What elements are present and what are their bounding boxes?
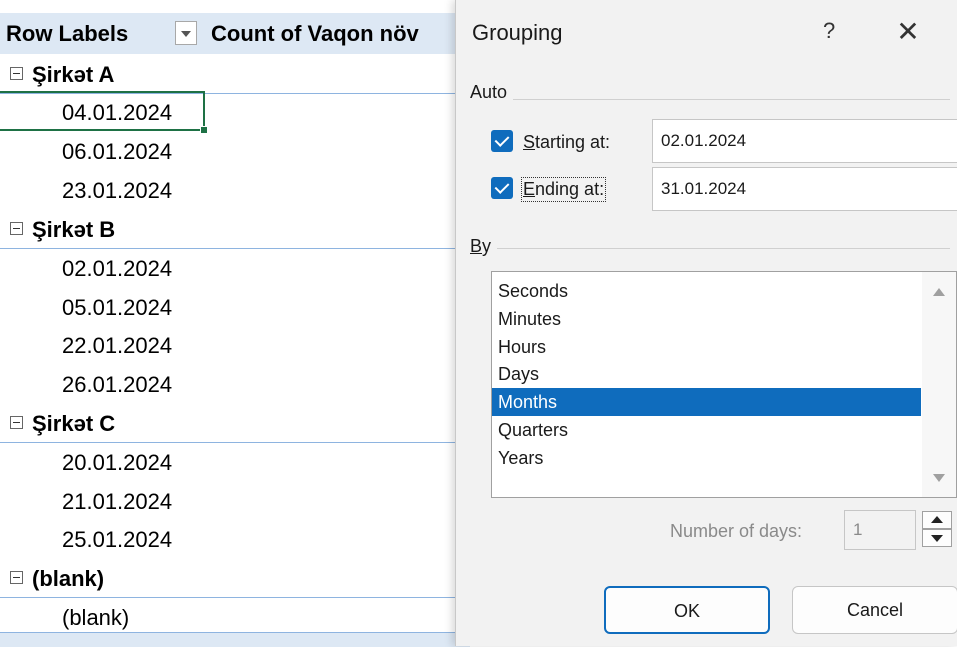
pivot-group-label: Şirkət C	[32, 411, 116, 436]
starting-at-input[interactable]	[652, 119, 957, 163]
pivot-group-row[interactable]: Şirkət C	[0, 405, 470, 443]
by-group-label: By	[470, 236, 498, 257]
auto-group-line	[470, 99, 950, 100]
pivot-item-row[interactable]: 21.01.2024	[0, 483, 470, 521]
list-item-months[interactable]: Months	[492, 388, 921, 416]
ending-at-checkbox[interactable]	[491, 177, 513, 199]
list-item-quarters[interactable]: Quarters	[492, 416, 921, 444]
collapse-icon[interactable]	[10, 222, 23, 235]
pivot-group-row[interactable]: Şirkət B	[0, 211, 470, 249]
pivot-group-label: (blank)	[32, 566, 105, 591]
pivot-item-label: 26.01.2024	[62, 372, 173, 397]
pivot-item-row[interactable]: 05.01.2024	[0, 289, 470, 327]
collapse-icon[interactable]	[10, 67, 23, 80]
active-cell-selection	[0, 91, 208, 134]
spin-down-icon[interactable]	[922, 529, 952, 547]
pivot-item-row[interactable]: 02.01.2024	[0, 250, 470, 288]
list-item-days[interactable]: Days	[492, 360, 921, 388]
ending-at-input[interactable]	[652, 167, 957, 211]
number-of-days-input[interactable]	[844, 510, 916, 550]
pivot-item-label: 06.01.2024	[62, 139, 173, 164]
pivot-item-row[interactable]: 20.01.2024	[0, 444, 470, 482]
pivot-item-row[interactable]: 23.01.2024	[0, 172, 470, 210]
pivot-item-row[interactable]: 06.01.2024	[0, 133, 470, 171]
row-labels-filter-button[interactable]	[175, 21, 197, 45]
ending-at-accel: E	[523, 179, 536, 199]
pivot-item-label: 21.01.2024	[62, 489, 173, 514]
starting-at-accel: S	[523, 132, 536, 152]
pivot-item-label: 23.01.2024	[62, 178, 173, 203]
pivot-header-row: Row Labels Count of Vaqon növ	[0, 13, 470, 54]
pivot-item-label: 20.01.2024	[62, 450, 173, 475]
number-of-days-label: Number of days:	[670, 521, 803, 541]
list-item-minutes[interactable]: Minutes	[492, 305, 921, 333]
pivot-item-label: 22.01.2024	[62, 333, 173, 358]
grouping-dialog: Grouping ? ✕ Auto Starting at: Ending at…	[455, 0, 957, 646]
collapse-icon[interactable]	[10, 416, 23, 429]
pivot-item-row[interactable]: 26.01.2024	[0, 366, 470, 404]
by-accel: B	[470, 236, 483, 256]
pivot-item-row[interactable]: 25.01.2024	[0, 521, 470, 559]
by-text: y	[482, 236, 492, 256]
list-item-years[interactable]: Years	[492, 444, 921, 472]
pivot-group-row[interactable]: Şirkət A	[0, 56, 470, 94]
dialog-title: Grouping	[472, 20, 563, 45]
cancel-button[interactable]: Cancel	[792, 586, 957, 634]
ending-at-text: nding at:	[535, 179, 605, 199]
row-labels-header: Row Labels	[6, 21, 129, 46]
by-group-line	[470, 248, 950, 249]
ending-at-label[interactable]: Ending at:	[520, 177, 607, 202]
collapse-icon[interactable]	[10, 571, 23, 584]
starting-at-checkbox[interactable]	[491, 130, 513, 152]
pivot-item-label: 05.01.2024	[62, 295, 173, 320]
help-icon[interactable]: ?	[823, 18, 835, 44]
auto-group-label: Auto	[470, 82, 514, 103]
listbox-scrollbar[interactable]	[922, 272, 956, 497]
grand-total-row	[0, 632, 470, 647]
pivot-table: Row Labels Count of Vaqon növ Şirkət A 0…	[0, 0, 470, 647]
pivot-group-label: Şirkət B	[32, 217, 116, 242]
spin-up-icon[interactable]	[922, 511, 952, 529]
starting-at-label[interactable]: Starting at:	[523, 132, 610, 153]
pivot-item-label: 25.01.2024	[62, 527, 173, 552]
starting-at-text: tarting at:	[535, 132, 611, 152]
by-listbox[interactable]: Seconds Minutes Hours Days Months Quarte…	[491, 271, 957, 498]
pivot-item-row[interactable]: 22.01.2024	[0, 327, 470, 365]
list-item-hours[interactable]: Hours	[492, 333, 921, 361]
scroll-down-icon[interactable]	[933, 474, 945, 482]
list-item-seconds[interactable]: Seconds	[492, 277, 921, 305]
pivot-item-label: (blank)	[62, 605, 130, 630]
pivot-group-label: Şirkət A	[32, 62, 115, 87]
pivot-item-label: 02.01.2024	[62, 256, 173, 281]
close-icon[interactable]: ✕	[890, 14, 926, 50]
pivot-group-row[interactable]: (blank)	[0, 560, 470, 598]
count-header: Count of Vaqon növ	[211, 21, 419, 46]
scroll-up-icon[interactable]	[933, 288, 945, 296]
ok-button[interactable]: OK	[604, 586, 770, 634]
